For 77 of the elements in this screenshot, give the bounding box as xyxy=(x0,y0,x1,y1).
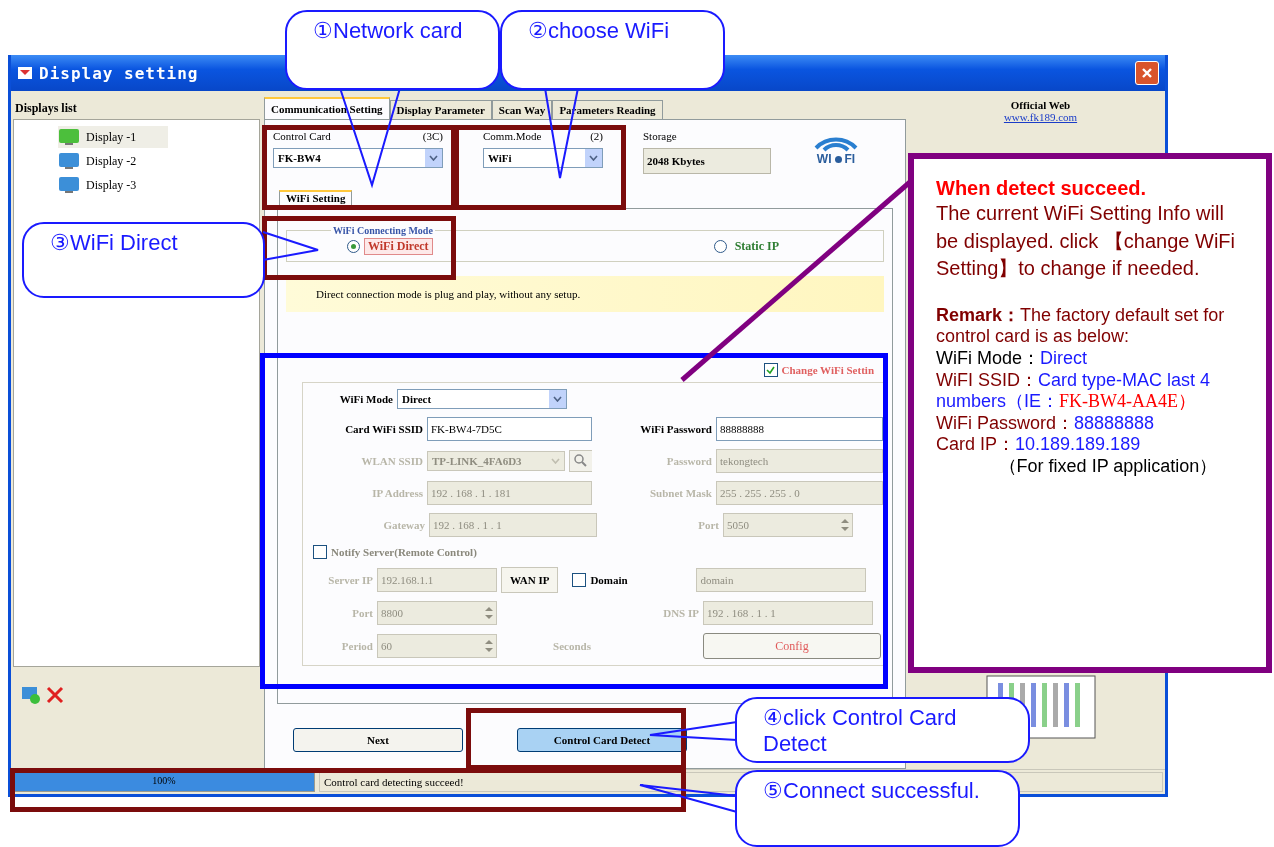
checkbox-label: Change WiFi Settin xyxy=(781,364,874,376)
monitor-icon xyxy=(58,176,80,194)
spin-arrows-icon[interactable] xyxy=(484,605,494,621)
info-heading: When detect succeed. xyxy=(936,177,1148,200)
wan-ip-button[interactable]: WAN IP xyxy=(501,567,559,593)
select-field[interactable]: WiFi xyxy=(483,148,603,168)
dialog-button[interactable]: Next xyxy=(293,728,463,752)
setting-note: （For fixed IP application） xyxy=(997,455,1219,478)
add-display-icon[interactable] xyxy=(21,685,41,705)
app-icon xyxy=(17,65,33,81)
field-label: Gateway xyxy=(382,519,425,531)
default-setting: WiFI SSID：Card type-MAC last 4 numbers（IE：FK-BW4-AA4E） xyxy=(936,369,1212,413)
field-label: Subnet Mask xyxy=(648,487,712,499)
callout: ②choose WiFi xyxy=(500,10,725,90)
close-icon xyxy=(1141,67,1153,79)
select-field[interactable]: FK-BW4 xyxy=(273,148,443,168)
monitor-icon xyxy=(58,128,80,146)
close-button[interactable] xyxy=(1135,61,1159,85)
spin-arrows-icon[interactable] xyxy=(484,638,494,654)
remark-text: Remark：The factory default set for control card is as below: xyxy=(936,304,1226,348)
progress-text: 100% xyxy=(151,775,177,786)
field-label: Control Card xyxy=(273,130,331,142)
spin-arrows-icon[interactable] xyxy=(840,517,850,533)
display-item[interactable]: Display -1 xyxy=(58,126,168,148)
wifi-logo: WI FI xyxy=(811,130,861,190)
field-label: WiFi Mode xyxy=(338,393,393,405)
storage-field: 2048 Kbytes xyxy=(643,148,771,174)
checkbox-option[interactable]: Domain xyxy=(572,573,693,587)
field-hint: (3C) xyxy=(422,130,443,142)
field-label: DNS IP xyxy=(662,607,699,619)
website-link[interactable]: www.fk189.com xyxy=(1003,111,1078,123)
field-label: Card WiFi SSID xyxy=(344,423,423,435)
default-setting: WiFi Mode：Direct xyxy=(936,347,1089,370)
checkbox-option[interactable]: Notify Server(Remote Control) xyxy=(313,545,477,559)
panel-heading: Displays list xyxy=(14,99,78,117)
info-text: The current WiFi Setting Info will be displayed. click 【change WiFi Setting】to change if needed. xyxy=(936,201,1236,282)
field-label: IP Address xyxy=(371,487,423,499)
field-label: Server IP xyxy=(327,574,373,586)
input-field[interactable]: FK-BW4-7D5C xyxy=(427,417,593,441)
radio-option[interactable]: WiFi Direct xyxy=(347,238,433,255)
field-label: Password xyxy=(665,455,712,467)
callout: ⑤Connect successful. xyxy=(735,770,1020,847)
tab[interactable]: Communication Setting xyxy=(264,97,390,119)
checkbox-label: Notify Server(Remote Control) xyxy=(331,546,477,558)
default-setting: WiFi Password：88888888 xyxy=(936,412,1156,435)
display-item[interactable]: Display -2 xyxy=(58,150,168,172)
radio-label: Static IP xyxy=(733,238,780,255)
checkbox-option[interactable]: Change WiFi Settin xyxy=(763,363,874,377)
search-icon[interactable] xyxy=(568,450,593,472)
dialog-button[interactable]: Control Card Detect xyxy=(517,728,687,752)
callout: ③WiFi Direct xyxy=(22,222,265,298)
official-web-label: Official Web xyxy=(1010,99,1071,111)
info-note: Direct connection mode is plug and play, without any setup. xyxy=(286,276,884,312)
checkbox-label: Domain xyxy=(590,574,628,586)
display-item[interactable]: Display -3 xyxy=(58,174,168,196)
radio-label: WiFi Direct xyxy=(364,238,433,255)
tab[interactable]: Display Parameter xyxy=(389,100,492,119)
field-label: Period xyxy=(340,640,373,652)
select-field[interactable]: Direct xyxy=(397,389,567,409)
window-title: Display setting xyxy=(39,63,200,83)
radio-option[interactable]: Static IP xyxy=(713,238,783,255)
default-setting: Card IP：10.189.189.189 xyxy=(936,434,1142,456)
field-label: Port xyxy=(697,519,719,531)
monitor-icon xyxy=(58,152,80,170)
field-label: Storage xyxy=(643,130,678,142)
input-field[interactable]: 88888888 xyxy=(715,417,883,441)
unit-label: Seconds xyxy=(552,640,591,652)
field-label: WiFi Password xyxy=(639,423,712,435)
tab[interactable]: Scan Way xyxy=(491,100,553,119)
field-label: Port xyxy=(351,607,373,619)
callout: ①Network card xyxy=(285,10,500,90)
field-label: Comm.Mode xyxy=(483,130,542,142)
callout: ④click Control Card Detect xyxy=(735,697,1030,763)
group-title: WiFi Connecting Mode xyxy=(332,225,434,236)
field-label: WLAN SSID xyxy=(360,455,423,467)
field-hint: (2) xyxy=(590,130,603,142)
delete-icon[interactable] xyxy=(45,685,65,705)
